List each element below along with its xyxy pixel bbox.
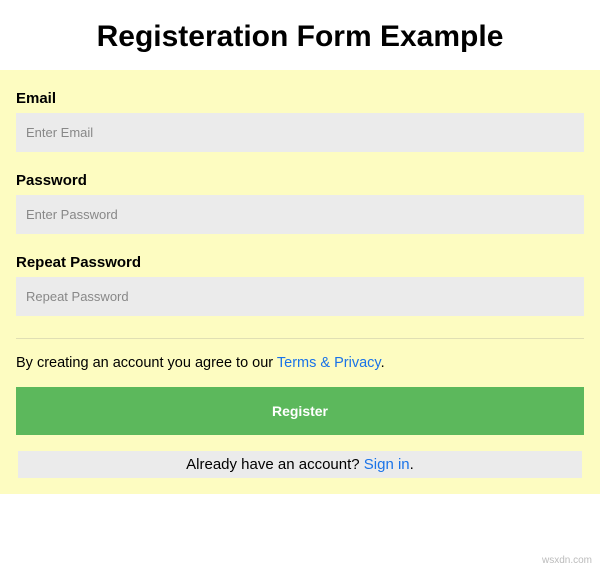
signin-link[interactable]: Sign in bbox=[364, 456, 410, 473]
signin-suffix: . bbox=[410, 456, 414, 473]
divider bbox=[16, 338, 584, 339]
repeat-password-label: Repeat Password bbox=[16, 254, 584, 271]
password-field[interactable] bbox=[16, 195, 584, 234]
terms-suffix: . bbox=[381, 355, 385, 371]
page-title: Registeration Form Example bbox=[0, 0, 600, 70]
terms-text: By creating an account you agree to our … bbox=[16, 355, 584, 371]
registration-form: Email Password Repeat Password By creati… bbox=[0, 70, 600, 494]
terms-privacy-link[interactable]: Terms & Privacy bbox=[277, 355, 381, 371]
watermark: wsxdn.com bbox=[542, 555, 592, 566]
email-label: Email bbox=[16, 90, 584, 107]
terms-prefix: By creating an account you agree to our bbox=[16, 355, 277, 371]
email-field[interactable] bbox=[16, 113, 584, 152]
register-button[interactable]: Register bbox=[16, 387, 584, 435]
repeat-password-field[interactable] bbox=[16, 277, 584, 316]
signin-prefix: Already have an account? bbox=[186, 456, 364, 473]
signin-bar: Already have an account? Sign in. bbox=[18, 451, 582, 478]
password-label: Password bbox=[16, 172, 584, 189]
